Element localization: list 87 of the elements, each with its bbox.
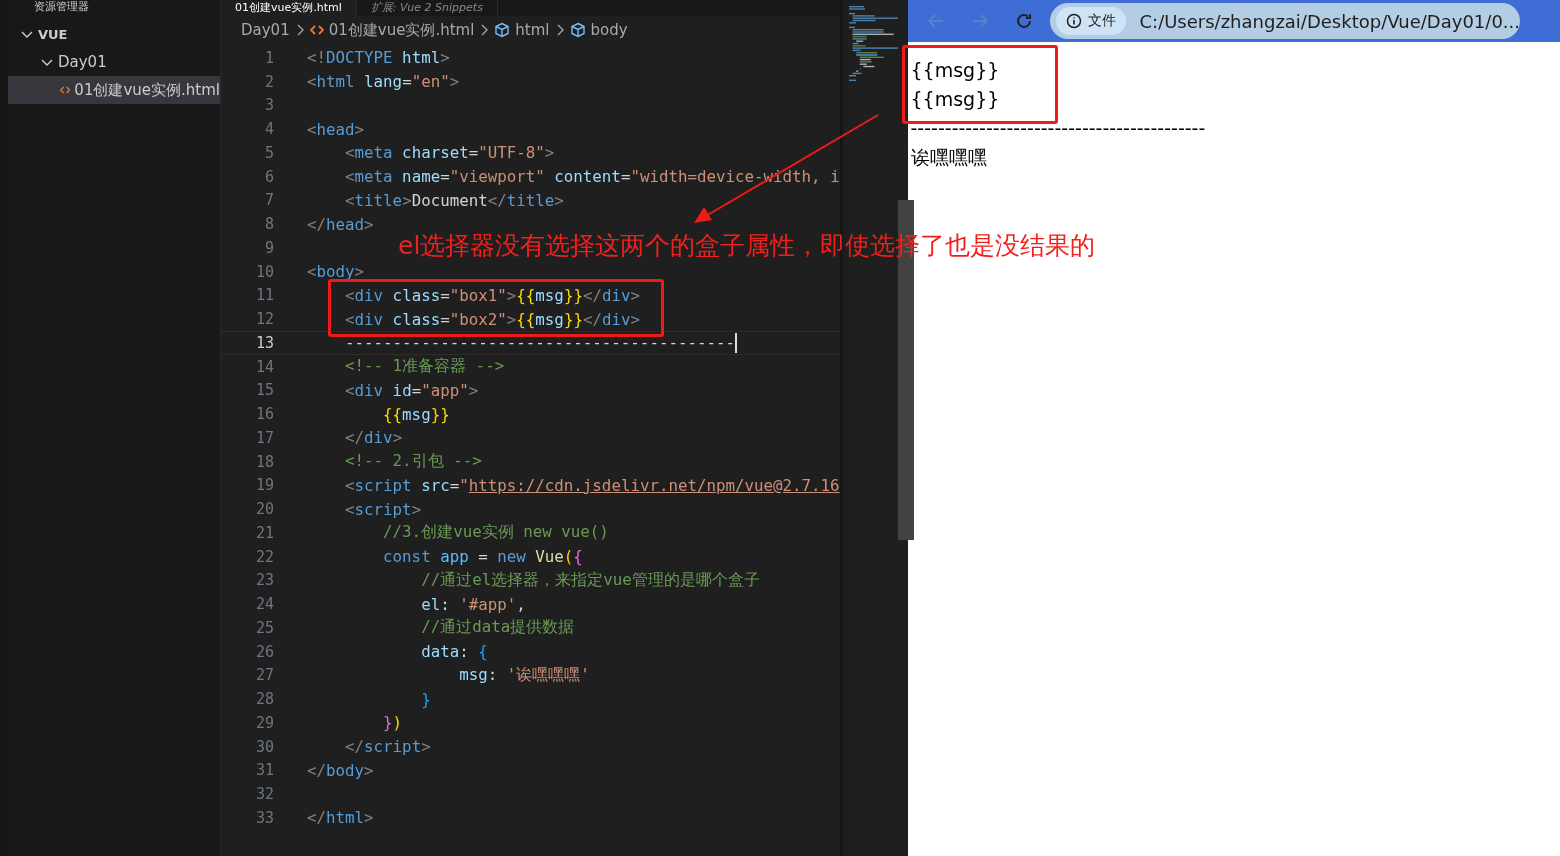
text-cursor (735, 332, 737, 353)
breadcrumb[interactable]: Day01 (241, 21, 290, 39)
code-line: //通过data提供数据 (420, 617, 575, 639)
line-number: 18 (254, 452, 274, 471)
code-line: </head> (307, 214, 374, 234)
tree-item[interactable]: VUE (8, 20, 220, 48)
line-number: 3 (263, 96, 274, 115)
line-number: 11 (254, 286, 274, 305)
line-number: 24 (254, 595, 274, 614)
breadcrumb[interactable]: body (569, 21, 628, 39)
code-icon (60, 84, 71, 96)
line-number: 4 (263, 120, 274, 139)
line-number: 6 (263, 167, 274, 186)
cube-icon (569, 22, 586, 38)
line-number: 10 (254, 262, 274, 281)
line-number: 9 (263, 238, 274, 257)
line-number: 19 (254, 476, 274, 495)
tree-item[interactable]: 01创建vue实例.html (8, 76, 220, 104)
code-line: } (420, 689, 431, 709)
line-number: 13 (254, 333, 274, 352)
code-line: ----------------------------------------- (344, 333, 735, 353)
line-number: 17 (254, 428, 274, 447)
line-number: 30 (254, 737, 274, 756)
code-line: <body> (307, 262, 365, 282)
page-text: ------------------------------------------- (910, 116, 1207, 141)
code-line: <title>Document</title> (344, 190, 564, 210)
breadcrumb[interactable]: html (494, 21, 550, 39)
code-line: <meta charset="UTF-8"> (344, 143, 555, 163)
line-number: 14 (254, 357, 274, 376)
code-line: <!DOCTYPE html> (307, 48, 450, 68)
line-number: 29 (254, 713, 274, 732)
line-number: 5 (263, 143, 274, 162)
line-number: 33 (254, 808, 274, 827)
line-number: 1 (263, 48, 274, 67)
code-line: const app = new Vue({ (382, 547, 583, 567)
info-icon (1065, 13, 1082, 29)
code-line: </html> (307, 808, 374, 828)
page-text: {{msg}} (910, 87, 1001, 112)
code-line: </script> (344, 737, 431, 757)
code-line: <!-- 1准备容器 --> (344, 356, 505, 378)
code-line: //3.创建vue实例 new vue() (382, 522, 609, 544)
chevron-icon (555, 24, 564, 36)
code-line: {{msg}} (382, 404, 450, 424)
line-number: 28 (254, 690, 274, 709)
line-number: 7 (263, 191, 274, 210)
code-line: <div class="box2">{{msg}}</div> (344, 309, 640, 329)
line-number: 27 (254, 666, 274, 685)
code-line: <div class="box1">{{msg}}</div> (344, 285, 640, 305)
code-line: </div> (344, 428, 403, 448)
line-number: 15 (254, 381, 274, 400)
line-number: 2 (263, 72, 274, 91)
page-text: 诶嘿嘿嘿 (910, 145, 988, 170)
code-icon (309, 24, 324, 36)
site-info-button[interactable]: 文件 (1055, 7, 1126, 35)
line-number: 26 (254, 642, 274, 661)
code-line: msg: '诶嘿嘿嘿' (458, 664, 590, 686)
page-text: {{msg}} (910, 58, 1001, 83)
tree-item[interactable]: Day01 (8, 48, 220, 76)
line-number: 22 (254, 547, 274, 566)
line-number: 21 (254, 523, 274, 542)
code-line: <!-- 2.引包 --> (344, 451, 482, 473)
code-line: <script> (344, 499, 422, 519)
line-number: 25 (254, 618, 274, 637)
chevron-icon (295, 24, 304, 36)
code-line: <div id="app"> (344, 380, 479, 400)
code-line: <html lang="en"> (307, 72, 460, 92)
line-number: 20 (254, 500, 274, 519)
code-line: <script src="https://cdn.jsdelivr.net/npm/vue@2.7.16 (344, 475, 840, 495)
line-number: 23 (254, 571, 274, 590)
code-line: <head> (307, 119, 365, 139)
line-number: 31 (254, 761, 274, 780)
panel-title: 资源管理器 (33, 0, 89, 14)
chevron-icon (480, 24, 489, 36)
code-line: }) (382, 713, 403, 733)
code-line: //通过el选择器，来指定vue管理的是哪个盒子 (420, 569, 760, 591)
line-number: 16 (254, 405, 274, 424)
editor-tab[interactable]: 01创建vue实例.html (221, 0, 357, 16)
code-line: data: { (420, 642, 488, 662)
code-line: el: '#app', (420, 594, 526, 614)
url-text[interactable]: C:/Users/zhangzai/Desktop/Vue/Day01/0... (1139, 10, 1520, 32)
code-line: </body> (307, 760, 374, 780)
breadcrumb[interactable]: 01创建vue实例.html (309, 20, 475, 40)
address-bar[interactable]: 文件 C:/Users/zhangzai/Desktop/Vue/Day01/0... (1049, 3, 1520, 39)
cube-icon (494, 22, 511, 38)
line-number: 12 (254, 310, 274, 329)
line-number: 8 (263, 215, 274, 234)
line-number: 32 (254, 785, 274, 804)
